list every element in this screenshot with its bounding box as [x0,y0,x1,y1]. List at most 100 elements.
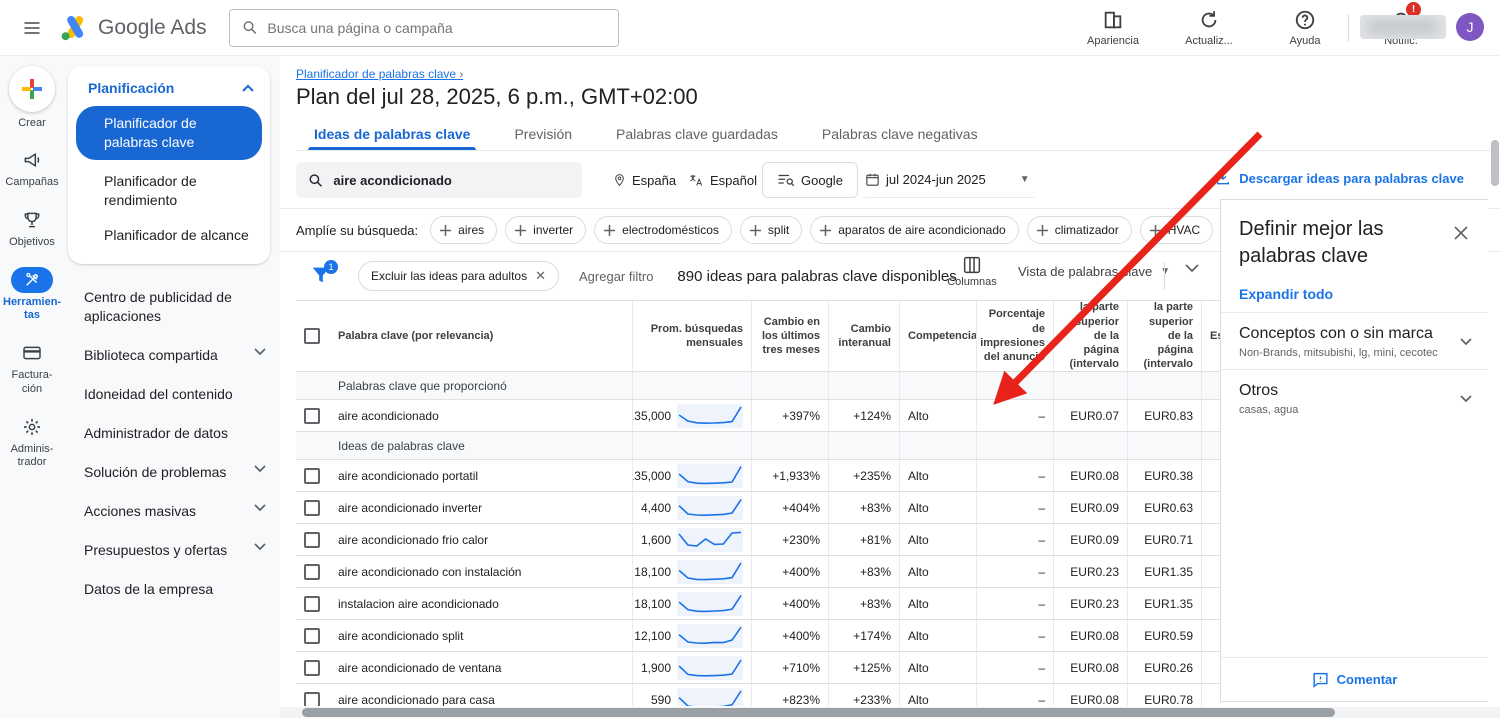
refine-section-otros[interactable]: Otros casas, agua [1221,369,1488,426]
refine-section-subtitle: casas, agua [1239,404,1298,416]
nav-item-biblioteca-compartida[interactable]: Biblioteca compartida [64,336,280,375]
row-checkbox[interactable] [304,628,320,644]
tab-guardadas[interactable]: Palabras clave guardadas [598,118,796,150]
row-checkbox[interactable] [304,468,320,484]
topbar-action-label: Ayuda [1290,35,1321,47]
google-ads-logo[interactable]: Google Ads [60,14,207,42]
nav-item-planificador-palabras-clave[interactable]: Planificador de palabras clave [76,106,262,160]
view-selector[interactable]: Vista de palabras clave ▼ [1018,264,1170,279]
change-yoy-cell-value: +83% [860,597,891,611]
nav-item-solucion-problemas[interactable]: Solución de problemas [64,453,280,492]
nav-item-datos-empresa[interactable]: Datos de la empresa [64,570,280,609]
close-icon[interactable] [1450,222,1472,244]
column-header[interactable]: Competencia [900,301,977,371]
column-header[interactable]: Prom. búsquedas mensuales [633,301,752,371]
topbar-action-apariencia[interactable]: Apariencia [1078,8,1148,47]
keyword-chip-5[interactable]: aparatos de aire acondicionado [810,216,1018,244]
keyword-search-box[interactable] [296,162,582,198]
nav-item-administrador-datos[interactable]: Administrador de datos [64,414,280,453]
breadcrumb-caret: › [459,69,463,81]
global-search[interactable] [229,9,619,47]
keyword-cell: aire acondicionado inverter [330,492,633,523]
tab-negativas[interactable]: Palabras clave negativas [804,118,996,150]
change-3m-cell-value: +823% [782,693,820,707]
nav-section-planificacion[interactable]: Planificación [76,80,262,106]
rail-item-facturacion[interactable]: Factura-ción [1,340,63,397]
column-header[interactable]: Es [1202,301,1220,371]
expand-all-link[interactable]: Expandir todo [1239,286,1333,302]
date-range-selector[interactable]: jul 2024-jun 2025 ▼ [865,162,1034,198]
column-header[interactable]: Palabra clave (por relevancia) [330,301,633,371]
column-header[interactable]: Oferta de la parte superior de la página… [1054,301,1128,371]
row-end-spacer [1202,492,1220,523]
keyword-input[interactable] [333,173,570,188]
section-empty-cell [900,372,977,399]
top-bid-high-cell: EUR0.71 [1128,524,1202,555]
filter-chip-exclude-adult[interactable]: Excluir las ideas para adultos ✕ [358,261,559,291]
tab-ideas[interactable]: Ideas de palabras clave [296,118,488,150]
column-header[interactable]: Cambio interanual [829,301,900,371]
row-checkbox[interactable] [304,564,320,580]
rail-item-objetivos[interactable]: Objetivos [1,207,63,250]
nav-item-idoneidad-contenido[interactable]: Idoneidad del contenido [64,375,280,414]
nav-item-presupuestos-ofertas[interactable]: Presupuestos y ofertas [64,531,280,570]
menu-icon[interactable] [18,14,46,42]
topbar-action-ayuda[interactable]: Ayuda [1270,8,1340,47]
rail-item-administrador[interactable]: Adminis-trador [1,414,63,471]
keyword-chip-6[interactable]: climatizador [1027,216,1132,244]
nav-item-centro-publicidad-apps[interactable]: Centro de publicidad de aplicaciones [64,278,280,336]
filter-count-badge: 1 [324,260,338,274]
column-header[interactable]: Oferta de la parte superior de la página… [1128,301,1202,371]
select-all-checkbox[interactable] [304,328,320,344]
location-selector[interactable]: España [613,162,676,198]
plus-icon [749,224,762,237]
refine-section-title: Otros [1239,382,1298,400]
nav-item-planificador-alcance[interactable]: Planificador de alcance [76,214,262,249]
row-checkbox[interactable] [304,596,320,612]
row-checkbox[interactable] [304,500,320,516]
section-empty-cell [633,432,752,459]
vertical-scrollbar-thumb[interactable] [1491,140,1499,186]
refine-section-conceptos-marca[interactable]: Conceptos con o sin marcaNon-Brands, mit… [1221,312,1488,369]
breadcrumb[interactable]: Planificador de palabras clave › [296,67,463,81]
tab-prevision[interactable]: Previsión [496,118,590,150]
keyword-chip-3[interactable]: electrodomésticos [594,216,732,244]
trend-sparkline [677,624,743,648]
close-icon[interactable]: ✕ [535,268,546,284]
avatar[interactable]: J [1456,13,1484,41]
collapse-table-chevron[interactable] [1185,264,1199,273]
column-header[interactable]: Cambio en los últimos tres meses [752,301,829,371]
keyword-chip-7[interactable]: HVAC [1140,216,1213,244]
row-checkbox[interactable] [304,408,320,424]
keyword-chip-4[interactable]: split [740,216,802,244]
columns-button[interactable]: Columnas [940,256,1004,288]
network-selector[interactable]: Google [762,162,858,198]
row-checkbox[interactable] [304,532,320,548]
change-3m-cell: +400% [752,556,829,587]
language-selector[interactable]: Español [688,162,757,198]
keyword-chip-1[interactable]: aires [430,216,497,244]
add-filter-button[interactable]: Agregar filtro [579,269,653,284]
create-button[interactable]: Crear [9,66,55,129]
filter-funnel-icon[interactable]: 1 [310,264,334,288]
global-search-input[interactable] [267,20,605,36]
avg-searches-value: 1,900 [641,661,671,675]
row-checkbox[interactable] [304,660,320,676]
download-ideas-button[interactable]: Descargar ideas para palabras clave [1215,170,1464,186]
keyword-chip-2[interactable]: inverter [505,216,586,244]
topbar-action-actualizar[interactable]: Actualiz... [1174,8,1244,47]
nav-item-acciones-masivas[interactable]: Acciones masivas [64,492,280,531]
change-3m-cell-value: +710% [782,661,820,675]
avg-searches-value: 1,600 [641,533,671,547]
column-header[interactable]: Porcentaje de impresiones del anuncio [977,301,1054,371]
nav-item-planificador-rendimiento[interactable]: Planificador de rendimiento [76,160,262,214]
trend-sparkline [677,528,743,552]
section-empty-cell [1128,372,1202,399]
horizontal-scrollbar-thumb[interactable] [302,708,1335,717]
row-checkbox[interactable] [304,692,320,707]
nav-panel: Planificación Planificador de palabras c… [64,56,280,718]
rail-item-campanas[interactable]: Campañas [1,147,63,190]
comment-button[interactable]: Comentar [1221,657,1488,701]
rail-item-herramientas[interactable]: Herramien-tas [1,267,63,324]
change-3m-cell: +1,933% [752,460,829,491]
